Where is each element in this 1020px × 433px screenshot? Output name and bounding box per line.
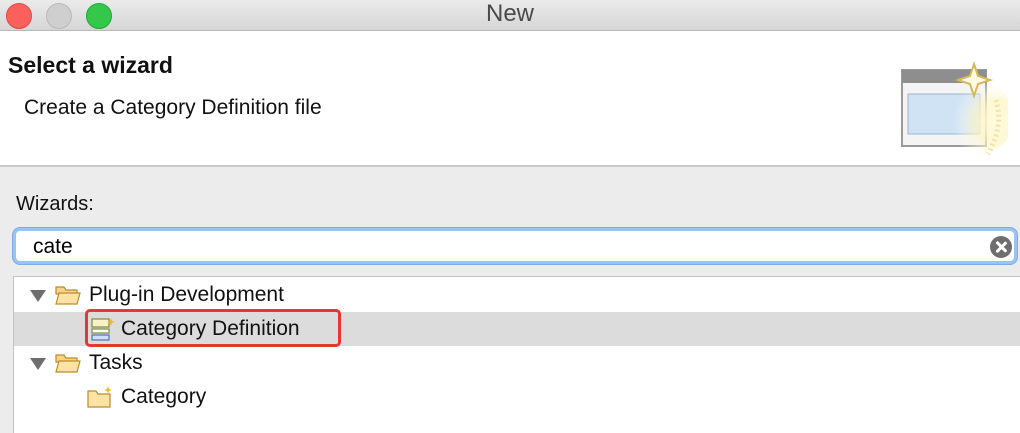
- wizard-tree[interactable]: Plug-in Development Category Definition …: [13, 276, 1020, 433]
- wizard-header: Select a wizard Create a Category Defini…: [0, 31, 1020, 167]
- folder-open-icon: [55, 286, 81, 305]
- new-category-folder-icon: [87, 386, 112, 408]
- tree-item-label: Category Definition: [121, 317, 300, 340]
- clear-filter-icon[interactable]: [990, 236, 1012, 258]
- tree-item-tasks[interactable]: Tasks: [14, 346, 1020, 380]
- tree-item-category[interactable]: Category: [14, 380, 1020, 414]
- expand-toggle-icon[interactable]: [30, 358, 46, 370]
- wizard-filter-input[interactable]: [33, 233, 973, 261]
- tree-item-category-definition[interactable]: Category Definition: [14, 312, 1020, 346]
- window-title: New: [485, 0, 534, 27]
- tree-item-label: Tasks: [89, 351, 143, 374]
- folder-open-icon: [55, 354, 81, 373]
- title-bar: New: [0, 0, 1020, 31]
- page-title: Select a wizard: [8, 52, 173, 78]
- wizards-label: Wizards:: [16, 193, 94, 215]
- wizard-filter-field: [13, 228, 1017, 264]
- page-description: Create a Category Definition file: [24, 96, 322, 119]
- category-definition-icon: [91, 318, 115, 341]
- new-wizard-icon: [901, 60, 1008, 156]
- tree-item-label: Plug-in Development: [89, 283, 284, 306]
- tree-item-plugin-development[interactable]: Plug-in Development: [14, 278, 1020, 312]
- expand-toggle-icon[interactable]: [30, 290, 46, 302]
- tree-item-label: Category: [121, 385, 207, 408]
